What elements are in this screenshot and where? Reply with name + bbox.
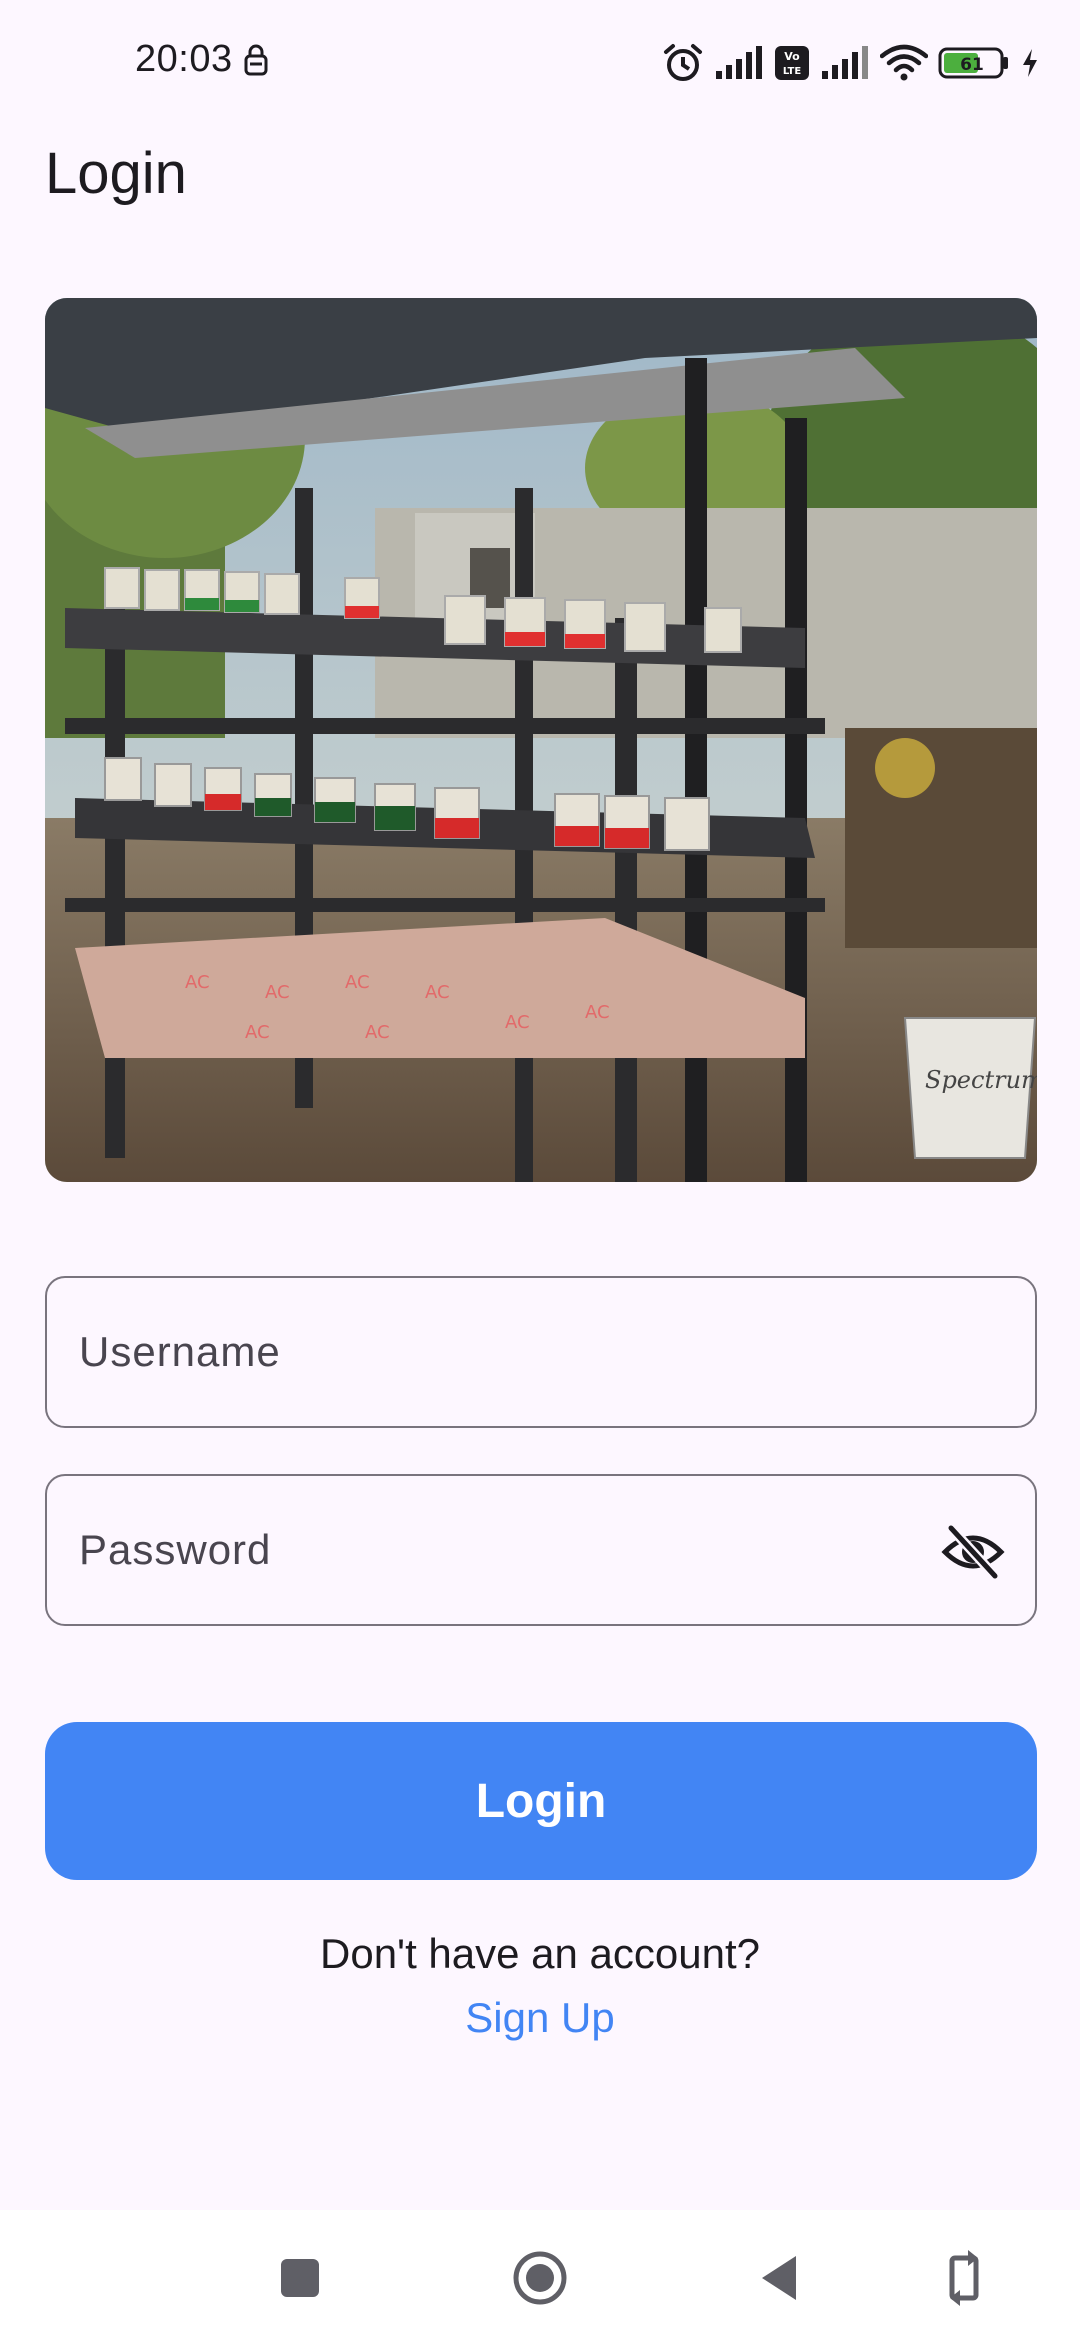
svg-text:AC: AC	[265, 982, 290, 1003]
wifi-icon	[880, 44, 928, 81]
recents-icon[interactable]	[268, 2246, 332, 2310]
status-icons: Vo LTE 61	[662, 38, 1040, 88]
status-time: 20:03	[135, 38, 233, 80]
signal-icon	[822, 46, 868, 79]
page-title: Login	[45, 141, 187, 206]
volte-icon: Vo LTE	[775, 46, 809, 80]
svg-text:AC: AC	[425, 982, 450, 1003]
password-input[interactable]	[79, 1476, 939, 1624]
battery-icon: 61	[938, 47, 1008, 79]
workshop-photo: AC AC AC AC AC AC AC AC Spectrum	[45, 298, 1037, 1182]
svg-text:AC: AC	[505, 1012, 530, 1033]
svg-text:61: 61	[960, 55, 984, 75]
hero-image: AC AC AC AC AC AC AC AC Spectrum	[45, 298, 1037, 1182]
rotate-icon[interactable]	[932, 2246, 996, 2310]
visibility-off-icon[interactable]	[941, 1522, 1005, 1582]
signup-prompt: Don't have an account?	[320, 1930, 760, 1977]
svg-text:LTE: LTE	[783, 66, 802, 77]
username-input[interactable]	[79, 1278, 939, 1426]
svg-text:Vo: Vo	[784, 50, 800, 63]
status-bar: 20:03 Vo LTE 61	[0, 0, 1080, 126]
alarm-icon	[664, 44, 702, 81]
svg-text:AC: AC	[345, 972, 370, 993]
back-icon[interactable]	[748, 2246, 812, 2310]
svg-text:AC: AC	[585, 1002, 610, 1023]
username-field[interactable]	[45, 1276, 1037, 1428]
lock-icon	[244, 44, 268, 76]
password-field[interactable]	[45, 1474, 1037, 1626]
bucket: Spectrum	[903, 1017, 1037, 1159]
svg-text:AC: AC	[245, 1022, 270, 1043]
home-icon[interactable]	[508, 2246, 572, 2310]
signup-link[interactable]: Sign Up	[0, 1994, 1080, 2042]
login-button[interactable]: Login	[45, 1722, 1037, 1880]
signal-icon	[716, 46, 762, 79]
svg-text:Spectrum: Spectrum	[925, 1066, 1037, 1094]
svg-text:AC: AC	[365, 1022, 390, 1043]
svg-text:AC: AC	[185, 972, 210, 993]
navigation-bar	[0, 2210, 1080, 2340]
charging-icon	[1023, 49, 1037, 77]
